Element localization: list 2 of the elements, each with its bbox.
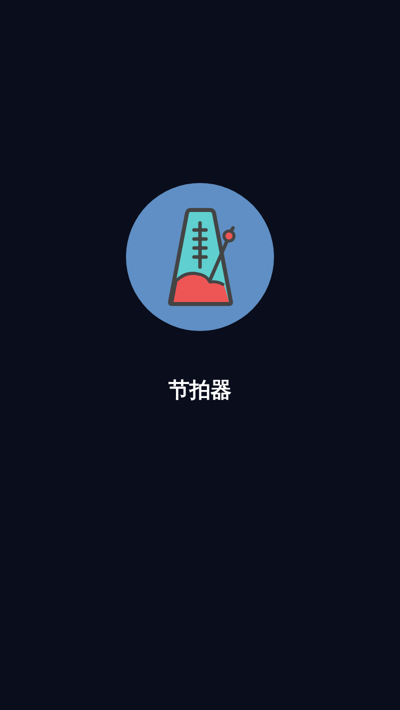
app-title: 节拍器	[168, 377, 232, 403]
metronome-icon	[126, 183, 274, 331]
